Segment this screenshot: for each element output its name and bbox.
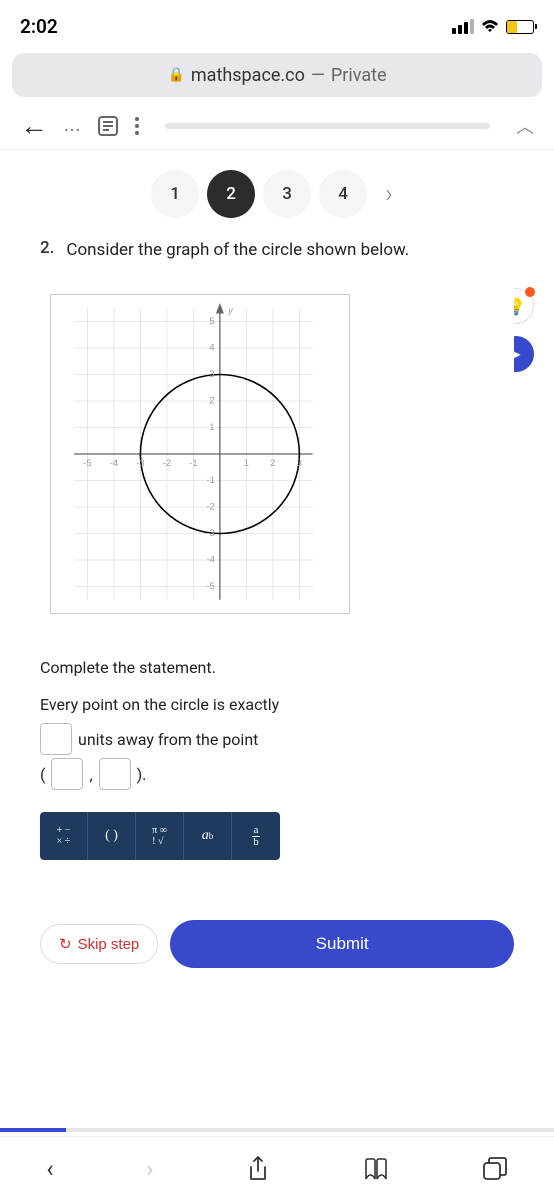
browser-back-button[interactable]: ‹ bbox=[46, 1155, 53, 1183]
list-icon[interactable] bbox=[97, 115, 119, 137]
url-separator: — bbox=[311, 65, 325, 86]
battery-icon bbox=[506, 20, 534, 34]
question-navigation: 1 2 3 4 › bbox=[0, 150, 554, 238]
skip-icon: ↻ bbox=[59, 935, 72, 953]
submit-button[interactable]: Submit bbox=[170, 920, 514, 968]
fill-statement: Every point on the circle is exactly bbox=[40, 687, 514, 722]
svg-text:-5: -5 bbox=[206, 581, 214, 591]
svg-text:-4: -4 bbox=[110, 457, 118, 467]
share-button[interactable] bbox=[246, 1155, 270, 1183]
svg-text:2: 2 bbox=[270, 457, 275, 467]
url-domain: mathspace.co bbox=[191, 65, 305, 86]
action-buttons: ↻ Skip step Submit bbox=[0, 920, 554, 968]
question-nav-1[interactable]: 1 bbox=[151, 170, 199, 218]
question-nav-3[interactable]: 3 bbox=[263, 170, 311, 218]
svg-text:3: 3 bbox=[297, 457, 302, 467]
svg-text:-1: -1 bbox=[189, 457, 197, 467]
lock-icon: 🔒 bbox=[167, 67, 184, 83]
bookmarks-button[interactable] bbox=[363, 1157, 389, 1181]
cellular-icon bbox=[452, 19, 474, 34]
svg-text:-3: -3 bbox=[206, 528, 214, 538]
progress-bar bbox=[165, 123, 490, 129]
page-progress bbox=[0, 1128, 554, 1132]
back-button[interactable]: ← bbox=[20, 109, 48, 142]
svg-text:-2: -2 bbox=[206, 501, 214, 511]
fill-line-3: ( , ). bbox=[40, 757, 514, 792]
svg-text:4: 4 bbox=[209, 342, 214, 352]
address-bar[interactable]: 🔒 mathspace.co — Private bbox=[12, 53, 542, 97]
more-menu-button[interactable] bbox=[135, 117, 139, 135]
graph-container: -5 -4 -3 -2 -1 1 2 3 5 4 3 2 1 -1 -2 -3 bbox=[40, 284, 514, 628]
next-question-button[interactable]: › bbox=[375, 179, 403, 209]
input-y[interactable] bbox=[99, 758, 131, 790]
math-symbols-button[interactable]: π ∞ ! √ bbox=[136, 812, 184, 860]
question-nav-4[interactable]: 4 bbox=[319, 170, 367, 218]
question-header: 2. Consider the graph of the circle show… bbox=[40, 238, 514, 264]
svg-text:5: 5 bbox=[209, 316, 214, 326]
svg-text:1: 1 bbox=[244, 457, 249, 467]
math-fraction-button[interactable]: a b bbox=[232, 812, 280, 860]
svg-text:-1: -1 bbox=[206, 475, 214, 485]
math-parens-button[interactable]: ( ) bbox=[88, 812, 136, 860]
skip-step-button[interactable]: ↻ Skip step bbox=[40, 924, 158, 964]
comma: , bbox=[89, 757, 92, 792]
svg-text:y: y bbox=[227, 305, 234, 315]
app-toolbar: ← ... ︿ bbox=[0, 102, 554, 150]
question-nav-2[interactable]: 2 bbox=[207, 170, 255, 218]
tabs-button[interactable] bbox=[482, 1157, 508, 1181]
skip-label: Skip step bbox=[78, 936, 140, 953]
paren-close: ). bbox=[137, 757, 147, 792]
status-time: 2:02 bbox=[20, 15, 58, 38]
svg-text:2: 2 bbox=[209, 395, 214, 405]
math-power-button[interactable]: ab bbox=[184, 812, 232, 860]
svg-text:-4: -4 bbox=[206, 554, 214, 564]
input-x[interactable] bbox=[51, 758, 83, 790]
math-toolbar: + − × ÷ ( ) π ∞ ! √ ab a b bbox=[40, 812, 280, 860]
svg-text:3: 3 bbox=[209, 369, 214, 379]
statement-title: Complete the statement. bbox=[40, 658, 514, 677]
input-radius[interactable] bbox=[40, 723, 72, 755]
svg-text:1: 1 bbox=[209, 422, 214, 432]
statement-part-2: units away from the point bbox=[78, 722, 258, 757]
status-bar: 2:02 bbox=[0, 0, 554, 48]
url-mode: Private bbox=[331, 65, 387, 86]
browser-forward-button[interactable]: › bbox=[146, 1155, 153, 1183]
svg-text:-5: -5 bbox=[83, 457, 91, 467]
svg-text:-2: -2 bbox=[163, 457, 171, 467]
breadcrumb-dots[interactable]: ... bbox=[64, 115, 81, 136]
question-content: 2. Consider the graph of the circle show… bbox=[0, 238, 554, 860]
browser-toolbar: ‹ › bbox=[0, 1136, 554, 1200]
question-number: 2. bbox=[40, 238, 54, 264]
statement-part-1: Every point on the circle is exactly bbox=[40, 687, 279, 722]
svg-text:-3: -3 bbox=[136, 457, 144, 467]
math-ops-button[interactable]: + − × ÷ bbox=[40, 812, 88, 860]
wifi-icon bbox=[480, 19, 500, 34]
question-text: Consider the graph of the circle shown b… bbox=[66, 238, 409, 264]
paren-open: ( bbox=[40, 757, 45, 792]
fill-line-2: units away from the point bbox=[40, 722, 514, 757]
collapse-icon[interactable]: ︿ bbox=[516, 113, 534, 139]
circle-graph[interactable]: -5 -4 -3 -2 -1 1 2 3 5 4 3 2 1 -1 -2 -3 bbox=[50, 294, 350, 614]
status-icons bbox=[452, 19, 534, 34]
